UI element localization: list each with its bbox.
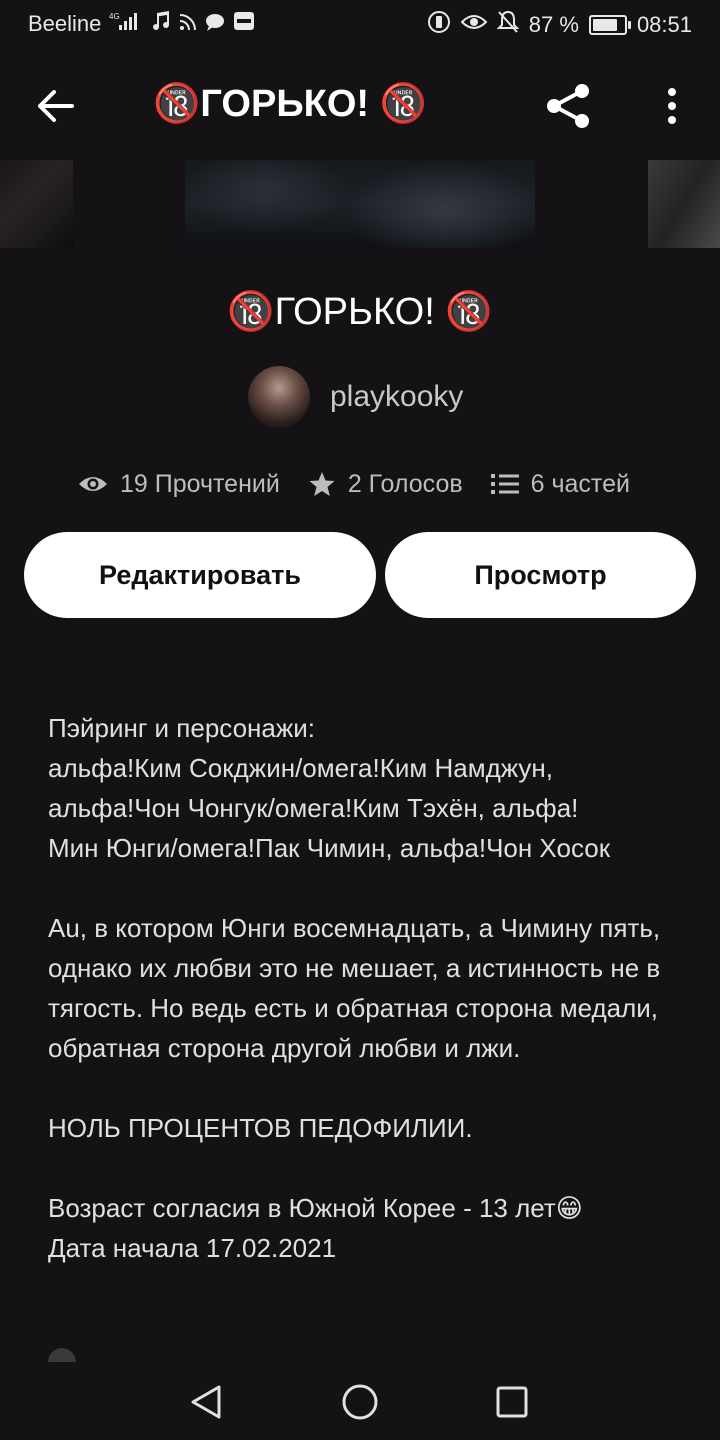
pairing-line: альфа!Ким Сокджин/омега!Ким Намджун, bbox=[48, 753, 554, 783]
eye-icon bbox=[79, 477, 107, 491]
cover-next[interactable] bbox=[648, 160, 720, 248]
pairing-line: альфа!Чон Чонгук/омега!Ким Тэхён, альфа! bbox=[48, 793, 579, 823]
system-navigation-bar bbox=[0, 1362, 720, 1440]
votes-stat: 2 Голосов bbox=[308, 470, 463, 499]
share-icon bbox=[547, 84, 589, 128]
parts-count: 6 частей bbox=[530, 469, 630, 498]
nav-back-button[interactable] bbox=[178, 1374, 234, 1430]
more-vertical-icon bbox=[668, 88, 676, 124]
nav-home-button[interactable] bbox=[332, 1374, 388, 1430]
svg-text:4G: 4G bbox=[109, 12, 120, 21]
parts-stat: 6 частей bbox=[490, 469, 630, 499]
music-icon bbox=[151, 10, 171, 38]
avatar[interactable] bbox=[248, 366, 310, 428]
chat-bubble-icon bbox=[205, 11, 225, 37]
hms-icon bbox=[233, 11, 255, 37]
summary-text: Au, в котором Юнги восемнадцать, а Чимин… bbox=[48, 913, 661, 1063]
back-button[interactable] bbox=[30, 80, 82, 132]
cover-previous[interactable] bbox=[0, 160, 73, 248]
reads-stat: 19 Прочтений bbox=[78, 470, 280, 499]
cover-image bbox=[185, 160, 535, 248]
story-description: Пэйринг и персонажи: альфа!Ким Сокджин/о… bbox=[48, 708, 688, 1268]
triangle-back-icon bbox=[191, 1385, 221, 1419]
story-stats: 19 Прочтений 2 Голосов 6 частей bbox=[78, 462, 678, 506]
author-name[interactable]: playkooky bbox=[330, 380, 463, 414]
status-bar: Beeline 4G 87 % 08:51 bbox=[0, 0, 720, 52]
circle-home-icon bbox=[342, 1384, 378, 1420]
author-link[interactable]: playkooky bbox=[248, 366, 463, 428]
cast-icon bbox=[179, 11, 197, 37]
mute-notifications-icon bbox=[496, 10, 520, 40]
list-icon bbox=[490, 474, 519, 494]
age-note: Возраст согласия в Южной Корее - 13 лет😁 bbox=[48, 1193, 583, 1223]
square-recents-icon bbox=[496, 1386, 528, 1418]
pairing-line: Мин Юнги/омега!Пак Чимин, альфа!Чон Хосо… bbox=[48, 833, 611, 863]
signal-icon: 4G bbox=[109, 10, 143, 38]
clock: 08:51 bbox=[636, 12, 692, 37]
pairing-block: Пэйринг и персонажи: альфа!Ким Сокджин/о… bbox=[48, 708, 688, 868]
share-button[interactable] bbox=[540, 78, 596, 134]
story-title: 🔞ГОРЬКО! 🔞 bbox=[227, 291, 493, 333]
arrow-left-icon bbox=[38, 90, 74, 122]
star-icon bbox=[309, 472, 335, 496]
notice-text: НОЛЬ ПРОЦЕНТОВ ПЕДОФИЛИИ. bbox=[48, 1113, 473, 1143]
app-bar-title: 🔞ГОРЬКО! 🔞 bbox=[153, 83, 427, 125]
vibrate-icon bbox=[427, 10, 451, 40]
eye-comfort-icon bbox=[460, 12, 488, 38]
status-bar-left: Beeline 4G bbox=[28, 10, 255, 38]
battery-icon bbox=[588, 15, 631, 35]
view-button[interactable]: Просмотр bbox=[385, 532, 696, 618]
app-bar: 🔞ГОРЬКО! 🔞 bbox=[0, 60, 720, 150]
edit-button[interactable]: Редактировать bbox=[24, 532, 376, 618]
carrier-name: Beeline bbox=[28, 11, 102, 36]
nav-recents-button[interactable] bbox=[484, 1374, 540, 1430]
start-date: Дата начала 17.02.2021 bbox=[48, 1233, 337, 1263]
more-options-button[interactable] bbox=[652, 78, 692, 134]
next-content-peek bbox=[48, 1348, 76, 1362]
status-bar-right: 87 % 08:51 bbox=[427, 10, 692, 40]
pairing-label: Пэйринг и персонажи: bbox=[48, 713, 315, 743]
votes-count: 2 Голосов bbox=[347, 469, 463, 498]
reads-count: 19 Прочтений bbox=[120, 469, 280, 498]
battery-percent: 87 % bbox=[528, 12, 579, 37]
